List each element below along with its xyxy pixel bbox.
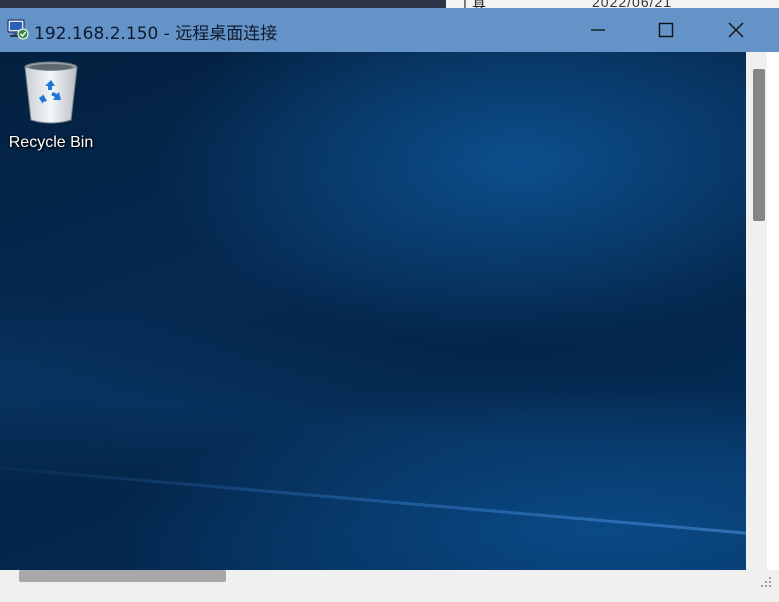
close-icon [728,22,744,38]
horizontal-scrollbar-thumb[interactable] [19,570,226,582]
resize-grip-icon[interactable] [760,576,772,588]
minimize-button[interactable] [563,8,633,52]
maximize-icon [658,22,674,38]
remote-desktop-view[interactable]: Recycle Bin [0,52,746,570]
vertical-scrollbar-edge [767,52,779,570]
wallpaper-light-band [0,282,746,570]
window-title: 192.168.2.150 - 远程桌面连接 [34,24,278,44]
remote-desktop-app-icon [7,19,29,40]
close-button[interactable] [701,8,771,52]
vertical-scrollbar-thumb[interactable] [753,69,765,221]
title-bar[interactable]: 192.168.2.150 - 远程桌面连接 [0,8,779,52]
recycle-bin-label: Recycle Bin [8,134,94,151]
minimize-icon [591,29,605,31]
recycle-bin-desktop-icon[interactable]: Recycle Bin [4,60,98,160]
maximize-button[interactable] [631,8,701,52]
remote-desktop-window: 192.168.2.150 - 远程桌面连接 Recycle Bin [0,8,779,602]
recycle-bin-icon [24,61,78,124]
